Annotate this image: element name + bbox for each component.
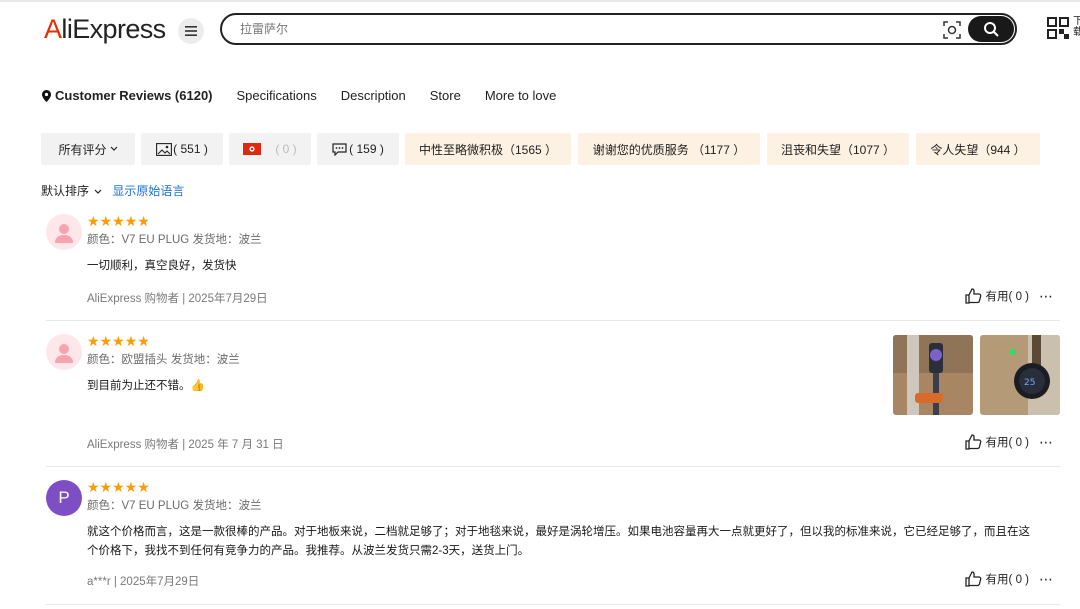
more-options-icon[interactable]: ⋯ xyxy=(1039,572,1054,586)
stars-text: ★★★★★ xyxy=(87,333,150,349)
location-pin-icon xyxy=(42,89,51,102)
review-item: P ★★★★★ 颜色：V7 EU PLUG 发货地：波兰 就这个价格而言，这是一… xyxy=(46,480,1060,605)
avatar xyxy=(46,334,82,370)
star-rating: ★★★★★ xyxy=(87,214,150,228)
filter-local-count: ( 0 ) xyxy=(275,142,297,156)
star-rating: ★★★★★ xyxy=(87,334,150,348)
menu-icon[interactable] xyxy=(178,18,204,44)
avatar xyxy=(46,214,82,250)
stars-text: ★★★★★ xyxy=(87,479,150,495)
filter-local-reviews[interactable]: ( 0 ) xyxy=(229,133,311,165)
stars-text: ★★★★★ xyxy=(87,213,150,229)
review-footer: a***r | 2025年7月29日 xyxy=(87,576,200,588)
sort-dropdown[interactable]: 默认排序 xyxy=(41,182,102,199)
helpful-button[interactable]: 有用( 0 ) xyxy=(986,288,1029,304)
review-item: ★★★★★ 颜色：欧盟插头 发货地：波兰 到目前为止还不错。👍 25 AliEx… xyxy=(46,334,1060,467)
show-original-language-link[interactable]: 显示原始语言 xyxy=(112,182,184,199)
avatar: P xyxy=(46,480,82,516)
tab-specifications[interactable]: Specifications xyxy=(237,88,317,103)
more-options-icon[interactable]: ⋯ xyxy=(1039,289,1054,303)
thumbs-up-icon[interactable] xyxy=(964,571,982,587)
sort-row: 默认排序 显示原始语言 xyxy=(41,182,184,199)
review-item: ★★★★★ 颜色：V7 EU PLUG 发货地：波兰 一切顺利，真空良好，发货快… xyxy=(46,214,1060,321)
thumbs-up-icon[interactable] xyxy=(964,434,982,450)
review-text: 就这个价格而言，这是一款很棒的产品。对于地板来说，二档就足够了；对于地毯来说，最… xyxy=(87,526,1030,557)
star-rating: ★★★★★ xyxy=(87,480,150,494)
tab-store[interactable]: Store xyxy=(430,88,461,103)
filter-with-photos[interactable]: ( 551 ) xyxy=(141,133,223,165)
user-icon xyxy=(55,344,73,363)
top-border xyxy=(0,0,1080,2)
chevron-down-icon xyxy=(94,189,102,194)
hong-kong-flag-icon xyxy=(243,143,262,155)
filter-all-ratings[interactable]: 所有评分 xyxy=(41,133,135,165)
chevron-down-icon xyxy=(110,146,117,151)
filter-tag-disappointed[interactable]: 沮丧和失望（1077 ） xyxy=(767,133,909,165)
tab-label: Customer Reviews (6120) xyxy=(55,88,213,103)
review-photo[interactable]: 25 xyxy=(980,335,1060,415)
helpful-button[interactable]: 有用( 0 ) xyxy=(986,434,1029,450)
logo-text: liExpress xyxy=(61,14,166,44)
helpful-group: 有用( 0 ) ⋯ xyxy=(964,434,1054,450)
qr-code-icon[interactable] xyxy=(1047,17,1069,39)
thumbs-up-icon[interactable] xyxy=(964,288,982,304)
review-text: 一切顺利，真空良好，发货快 xyxy=(87,260,237,272)
review-meta: 颜色：欧盟插头 发货地：波兰 xyxy=(87,354,240,366)
review-meta: 颜色：V7 EU PLUG 发货地：波兰 xyxy=(87,234,262,246)
search-icon xyxy=(984,22,999,37)
review-meta: 颜色：V7 EU PLUG 发货地：波兰 xyxy=(87,500,262,512)
sort-label: 默认排序 xyxy=(41,184,90,198)
filter-tag-neutral[interactable]: 中性至略微积极（1565 ） xyxy=(405,133,571,165)
user-icon xyxy=(55,224,73,243)
filter-with-photos-count: ( 551 ) xyxy=(173,142,208,156)
tab-customer-reviews[interactable]: Customer Reviews (6120) xyxy=(42,88,213,103)
image-search-icon[interactable] xyxy=(940,18,964,42)
helpful-group: 有用( 0 ) ⋯ xyxy=(964,288,1054,304)
svg-text:25: 25 xyxy=(1024,378,1035,388)
image-icon xyxy=(156,142,173,156)
comment-icon xyxy=(332,142,347,156)
review-text: 到目前为止还不错。👍 xyxy=(87,380,205,392)
search-input[interactable] xyxy=(240,20,920,38)
more-options-icon[interactable]: ⋯ xyxy=(1039,435,1054,449)
qr-label: 下载 xyxy=(1073,16,1080,38)
tab-description[interactable]: Description xyxy=(341,88,406,103)
filter-with-comments-count: ( 159 ) xyxy=(349,142,384,156)
helpful-group: 有用( 0 ) ⋯ xyxy=(964,571,1054,587)
filter-with-comments[interactable]: ( 159 ) xyxy=(317,133,399,165)
review-footer: AliExpress 购物者 | 2025年7月29日 xyxy=(87,293,268,305)
filter-tag-letdown[interactable]: 令人失望（944 ） xyxy=(916,133,1040,165)
filter-all-ratings-label: 所有评分 xyxy=(58,142,107,157)
review-photo[interactable] xyxy=(893,335,973,415)
filter-tag-service[interactable]: 谢谢您的优质服务 （1177 ） xyxy=(578,133,760,165)
product-tabs: Customer Reviews (6120) Specifications D… xyxy=(42,88,580,103)
aliexpress-logo[interactable]: AliExpress xyxy=(44,14,166,45)
helpful-button[interactable]: 有用( 0 ) xyxy=(986,571,1029,587)
review-footer: AliExpress 购物者 | 2025 年 7 月 31 日 xyxy=(87,439,284,451)
tab-more-to-love[interactable]: More to love xyxy=(485,88,557,103)
search-bar xyxy=(220,13,1017,45)
search-button[interactable] xyxy=(968,16,1014,42)
